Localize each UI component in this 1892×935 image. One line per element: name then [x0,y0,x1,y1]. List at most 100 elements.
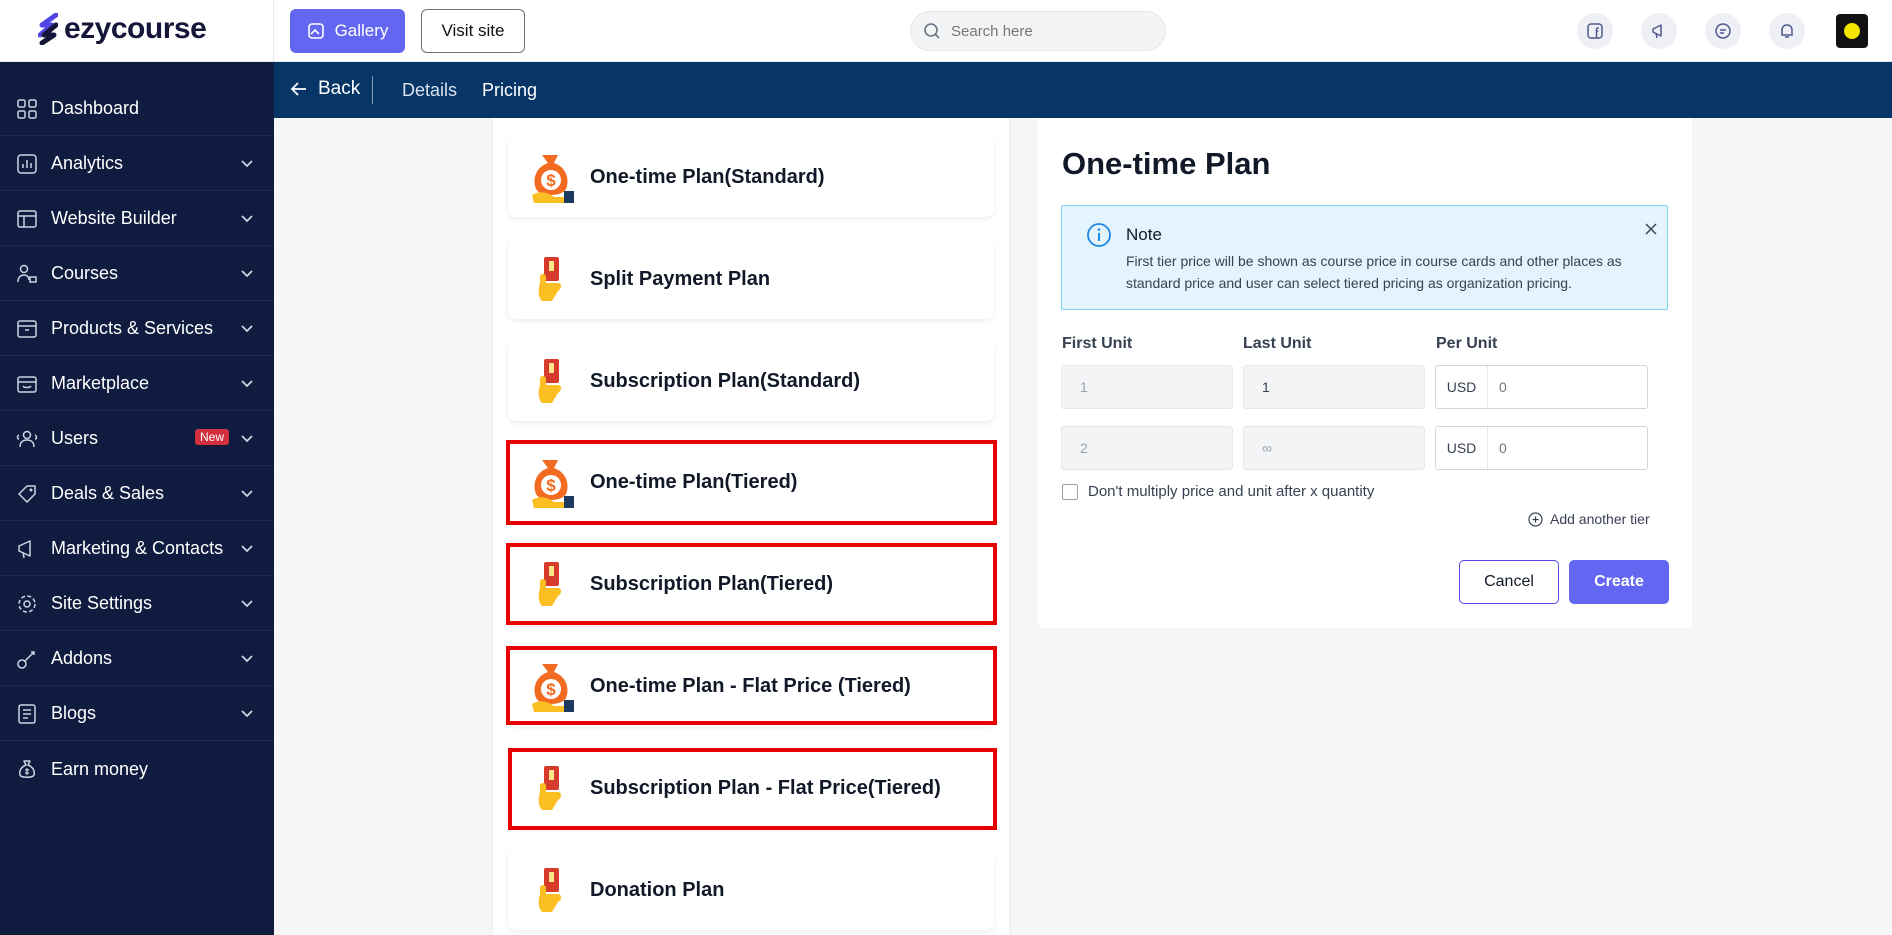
visit-site-button[interactable]: Visit site [421,9,525,53]
first-unit-label: First Unit [1062,335,1133,352]
sidebar-item-addons[interactable]: Addons [0,632,274,686]
deals-icon [16,483,38,505]
sidebar-item-products-services[interactable]: Products & Services [0,302,274,356]
back-label: Back [318,78,361,99]
divider [372,76,373,104]
money-bag-icon: $ [532,155,574,203]
sidebar-item-marketplace[interactable]: Marketplace [0,357,274,411]
dont-multiply-option[interactable]: Don't multiply price and unit after x qu… [1062,483,1374,500]
sidebar-item-site-settings[interactable]: Site Settings [0,577,274,631]
visit-site-label: Visit site [441,21,505,40]
form-title: One-time Plan [1062,146,1271,181]
sidebar-item-label: Earn money [51,758,149,779]
sidebar-item-label: Marketing & Contacts [51,538,224,558]
chevron-down-icon [241,655,253,663]
chevron-down-icon [241,545,253,553]
search-icon [924,23,940,39]
money-bag-icon [16,758,38,780]
sidebar-item-blogs[interactable]: Blogs [0,687,274,741]
sidebar-item-label: Analytics [51,153,124,173]
sub-header: Back Details Pricing [274,62,1892,118]
sidebar-item-courses[interactable]: Courses [0,247,274,301]
messages-button[interactable] [1705,13,1741,49]
gallery-icon [307,23,324,39]
chevron-down-icon [241,435,253,443]
sidebar-item-dashboard[interactable]: Dashboard [0,82,274,136]
plan-card-split-payment[interactable]: Split Payment Plan [508,239,994,319]
dont-multiply-checkbox[interactable] [1062,483,1078,500]
per-unit-price-field[interactable]: USD [1435,365,1648,409]
sidebar-item-marketing-contacts[interactable]: Marketing & Contacts [0,522,274,576]
add-tier-label: Add another tier [1550,511,1650,527]
plan-card-donation[interactable]: Donation Plan [508,850,994,930]
chevron-down-icon [241,215,253,223]
svg-text:$: $ [546,171,556,190]
note-alert: Note First tier price will be shown as c… [1061,205,1668,310]
add-tier-button[interactable]: Add another tier [1528,511,1650,527]
user-avatar[interactable] [1836,14,1868,48]
highlight-box [506,543,997,625]
highlight-box [508,748,997,830]
tab-pricing[interactable]: Pricing [482,80,537,101]
products-icon [16,318,38,340]
new-badge: New [195,429,230,445]
highlight-box [506,646,997,725]
sidebar-item-website-builder[interactable]: Website Builder [0,192,274,246]
users-icon [16,428,38,450]
sidebar-item-label: Users [51,428,99,448]
search-input[interactable] [951,22,1141,40]
sidebar-item-label: Blogs [51,703,97,723]
facebook-button[interactable] [1577,13,1613,49]
first-unit-field: 1 [1061,365,1233,409]
plan-card-one-time-standard[interactable]: $ One-time Plan(Standard) [508,137,994,217]
card-hand-icon [538,257,561,301]
website-builder-icon [16,208,38,230]
chevron-down-icon [241,325,253,333]
sidebar-item-users[interactable]: Users New [0,412,274,466]
last-unit-field[interactable]: 1 [1243,365,1425,409]
notifications-button[interactable] [1769,13,1805,49]
per-unit-label: Per Unit [1436,335,1498,352]
price-input[interactable] [1489,427,1619,469]
bell-icon [1781,24,1793,38]
chevron-down-icon [241,710,253,718]
tab-details[interactable]: Details [402,80,457,101]
back-button[interactable]: Back [290,78,360,100]
plan-form-panel: One-time Plan Note First tier price will… [1038,118,1692,628]
sidebar-item-earn-money[interactable]: Earn money [0,742,274,796]
chevron-down-icon [241,270,253,278]
plan-label: Subscription Plan(Standard) [590,369,861,392]
sidebar-item-deals-sales[interactable]: Deals & Sales [0,467,274,521]
brand-name: ezycourse [64,12,207,45]
sidebar-item-label: Dashboard [51,98,140,118]
plus-circle-icon [1528,511,1543,527]
plan-label: Split Payment Plan [590,267,771,290]
currency-label: USD [1436,366,1488,408]
plan-card-subscription-standard[interactable]: Subscription Plan(Standard) [508,341,994,421]
sidebar-item-label: Deals & Sales [51,483,165,503]
analytics-icon [16,153,38,175]
megaphone-icon [1652,24,1662,39]
gallery-button[interactable]: Gallery [290,9,405,53]
plan-label: One-time Plan(Standard) [590,165,825,188]
close-icon[interactable] [1644,222,1658,236]
create-button[interactable]: Create [1569,560,1669,604]
sidebar-item-label: Addons [51,648,113,668]
settings-icon [16,593,38,615]
last-unit-field: ∞ [1243,426,1425,470]
per-unit-price-field[interactable]: USD [1435,426,1648,470]
note-title: Note [1126,225,1162,244]
chevron-down-icon [241,600,253,608]
first-unit-field: 2 [1061,426,1233,470]
sidebar-item-analytics[interactable]: Analytics [0,137,274,191]
highlight-box [506,440,997,525]
logo-divider [273,0,274,62]
price-input[interactable] [1489,366,1619,408]
cancel-button[interactable]: Cancel [1459,560,1559,604]
search-box[interactable] [910,11,1166,51]
announcements-button[interactable] [1641,13,1677,49]
brand-logo[interactable]: ezycourse [38,12,207,46]
card-hand-icon [538,868,561,912]
courses-icon [16,263,38,285]
chevron-down-icon [241,160,253,168]
